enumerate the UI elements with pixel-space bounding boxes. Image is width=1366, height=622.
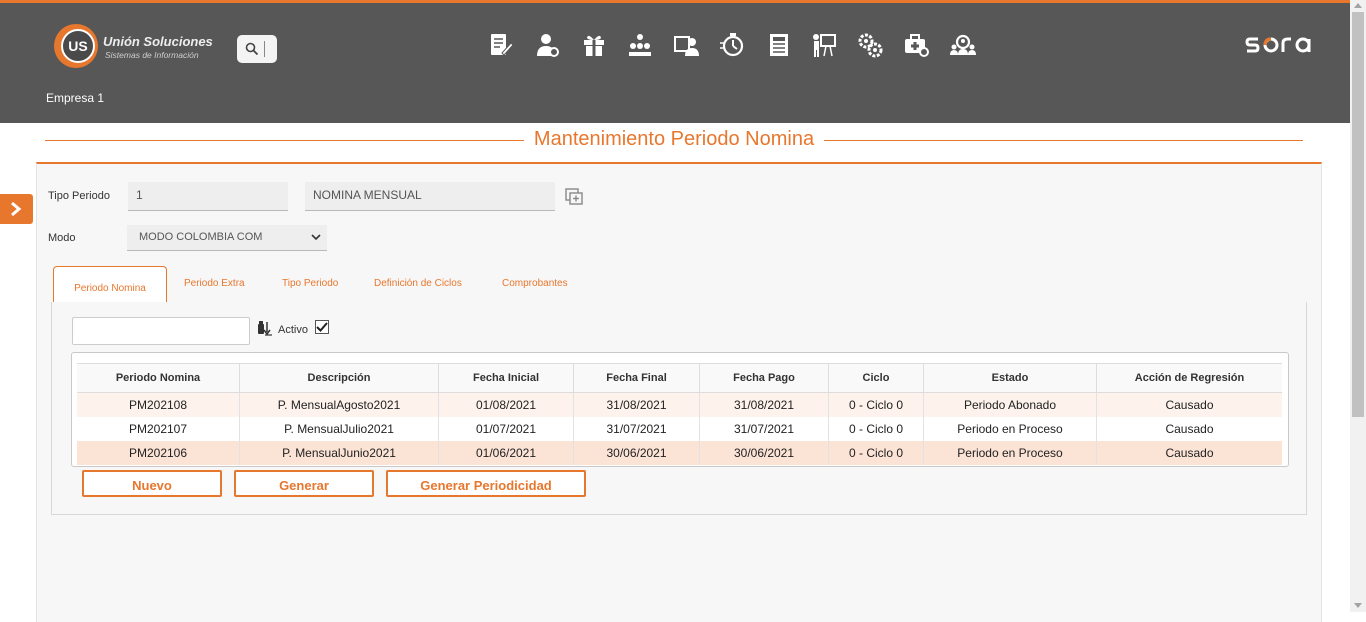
col-fecha-inicial[interactable]: Fecha Inicial bbox=[438, 363, 574, 393]
tipo-periodo-code-field[interactable]: 1 bbox=[128, 182, 288, 211]
cell-fecha-pago: 31/07/2021 bbox=[699, 417, 829, 441]
col-accion-regresion[interactable]: Acción de Regresión bbox=[1096, 363, 1282, 393]
table-row[interactable]: PM202108 P. MensualAgosto2021 01/08/2021… bbox=[77, 392, 1282, 417]
tab-tipo-periodo[interactable]: Tipo Periodo bbox=[282, 278, 338, 289]
page-title-wrap: Mantenimiento Periodo Nomina bbox=[45, 128, 1303, 151]
page-title: Mantenimiento Periodo Nomina bbox=[523, 128, 825, 150]
cell-fecha-inicial: 01/07/2021 bbox=[438, 417, 574, 441]
cell-descripcion: P. MensualAgosto2021 bbox=[239, 392, 439, 417]
cell-estado: Periodo en Proceso bbox=[923, 441, 1097, 465]
cell-fecha-inicial: 01/06/2021 bbox=[438, 441, 574, 465]
cell-periodo: PM202108 bbox=[128, 398, 188, 412]
logo-badge: US bbox=[54, 24, 98, 68]
cell-ciclo: 0 - Ciclo 0 bbox=[828, 417, 924, 441]
gears-icon[interactable] bbox=[856, 31, 886, 61]
clear-filter-icon[interactable] bbox=[257, 320, 273, 341]
cell-ciclo: 0 - Ciclo 0 bbox=[828, 441, 924, 465]
main-panel: Tipo Periodo 1 NOMINA MENSUAL Modo MODO … bbox=[36, 162, 1322, 622]
table-row[interactable]: PM202107 P. MensualJulio2021 01/07/2021 … bbox=[77, 417, 1282, 441]
page-scrollbar[interactable] bbox=[1350, 0, 1366, 612]
presentation-icon[interactable] bbox=[810, 31, 840, 61]
generar-button[interactable]: Generar bbox=[234, 470, 374, 497]
cell-fecha-pago: 30/06/2021 bbox=[699, 441, 829, 465]
activo-label: Activo bbox=[278, 324, 308, 336]
modo-select[interactable]: MODO COLOMBIA COM bbox=[127, 225, 327, 251]
medical-case-icon[interactable] bbox=[902, 31, 932, 61]
tab-bar: Periodo Nomina Periodo Extra Tipo Period… bbox=[51, 266, 1307, 304]
cell-fecha-final: 31/08/2021 bbox=[573, 392, 700, 417]
tipo-periodo-name-field[interactable]: NOMINA MENSUAL bbox=[305, 182, 555, 211]
team-search-icon[interactable] bbox=[949, 31, 979, 61]
cell-fecha-pago: 31/08/2021 bbox=[699, 392, 829, 417]
cell-accion: Causado bbox=[1096, 392, 1282, 417]
activo-checkbox[interactable] bbox=[315, 320, 329, 334]
periodos-table: Periodo Nomina Descripción Fecha Inicial… bbox=[77, 363, 1282, 465]
filter-input[interactable] bbox=[72, 317, 250, 345]
timer-icon[interactable] bbox=[718, 31, 748, 61]
col-ciclo[interactable]: Ciclo bbox=[828, 363, 924, 393]
cell-descripcion: P. MensualJulio2021 bbox=[239, 417, 439, 441]
chevron-down-icon bbox=[311, 234, 321, 241]
scroll-down-arrow-icon[interactable] bbox=[1354, 603, 1362, 608]
cell-estado: Periodo en Proceso bbox=[923, 417, 1097, 441]
table-header-row: Periodo Nomina Descripción Fecha Inicial… bbox=[77, 363, 1282, 393]
col-estado[interactable]: Estado bbox=[923, 363, 1097, 393]
scroll-up-arrow-icon[interactable] bbox=[1354, 3, 1362, 8]
search-button[interactable] bbox=[237, 35, 277, 63]
generar-periodicidad-button[interactable]: Generar Periodicidad bbox=[386, 470, 586, 497]
logo-subtitle: Sistemas de Información bbox=[105, 50, 199, 60]
table-row[interactable]: PM202106 P. MensualJunio2021 01/06/2021 … bbox=[77, 441, 1282, 465]
company-logo[interactable]: US Unión Soluciones Sistemas de Informac… bbox=[52, 24, 220, 72]
cell-estado: Periodo Abonado bbox=[923, 392, 1097, 417]
col-descripcion[interactable]: Descripción bbox=[239, 363, 439, 393]
user-settings-icon[interactable] bbox=[533, 31, 563, 61]
cell-fecha-inicial: 01/08/2021 bbox=[438, 392, 574, 417]
tab-definicion-ciclos[interactable]: Definición de Ciclos bbox=[374, 278, 462, 289]
cell-fecha-final: 30/06/2021 bbox=[573, 441, 700, 465]
cell-descripcion: P. MensualJunio2021 bbox=[239, 441, 439, 465]
scrollbar-thumb[interactable] bbox=[1352, 12, 1364, 417]
gift-icon[interactable] bbox=[580, 31, 610, 61]
company-name[interactable]: Empresa 1 bbox=[46, 91, 104, 105]
documents-edit-icon[interactable] bbox=[487, 31, 517, 61]
tab-comprobantes[interactable]: Comprobantes bbox=[502, 278, 568, 289]
cell-accion: Causado bbox=[1096, 441, 1282, 465]
app-header: US Unión Soluciones Sistemas de Informac… bbox=[0, 3, 1350, 123]
nuevo-button[interactable]: Nuevo bbox=[82, 470, 222, 497]
hierarchy-icon[interactable] bbox=[626, 31, 656, 61]
user-id-card-icon[interactable] bbox=[672, 31, 702, 61]
cell-ciclo: 0 - Ciclo 0 bbox=[828, 392, 924, 417]
chevron-right-icon bbox=[11, 201, 22, 217]
tab-periodo-nomina[interactable]: Periodo Nomina bbox=[53, 266, 167, 302]
newspaper-icon[interactable] bbox=[765, 31, 795, 61]
logo-name: Unión Soluciones bbox=[103, 34, 213, 49]
cell-periodo: PM202106 bbox=[128, 446, 188, 460]
col-fecha-pago[interactable]: Fecha Pago bbox=[699, 363, 829, 393]
logo-mark: US bbox=[61, 29, 95, 63]
col-fecha-final[interactable]: Fecha Final bbox=[573, 363, 700, 393]
col-periodo-nomina[interactable]: Periodo Nomina bbox=[77, 363, 240, 393]
page-title-row: Mantenimiento Periodo Nomina bbox=[45, 126, 1303, 154]
modo-label: Modo bbox=[48, 232, 76, 244]
tab-content-periodo-nomina: Activo Periodo Nomina Descripción Fecha … bbox=[51, 302, 1307, 515]
checkmark-icon bbox=[316, 322, 328, 332]
sidebar-toggle-button[interactable] bbox=[0, 194, 33, 224]
search-caret bbox=[264, 41, 265, 57]
modo-select-value: MODO COLOMBIA COM bbox=[139, 231, 263, 243]
periodos-grid: Periodo Nomina Descripción Fecha Inicial… bbox=[71, 352, 1289, 467]
sora-brand-logo bbox=[1244, 31, 1320, 64]
cell-accion: Causado bbox=[1096, 417, 1282, 441]
cell-periodo: PM202107 bbox=[128, 422, 188, 436]
tab-periodo-extra[interactable]: Periodo Extra bbox=[184, 278, 245, 289]
tipo-periodo-label: Tipo Periodo bbox=[48, 190, 110, 202]
search-icon bbox=[245, 42, 259, 56]
cell-fecha-final: 31/07/2021 bbox=[573, 417, 700, 441]
lookup-window-icon[interactable] bbox=[565, 188, 583, 211]
